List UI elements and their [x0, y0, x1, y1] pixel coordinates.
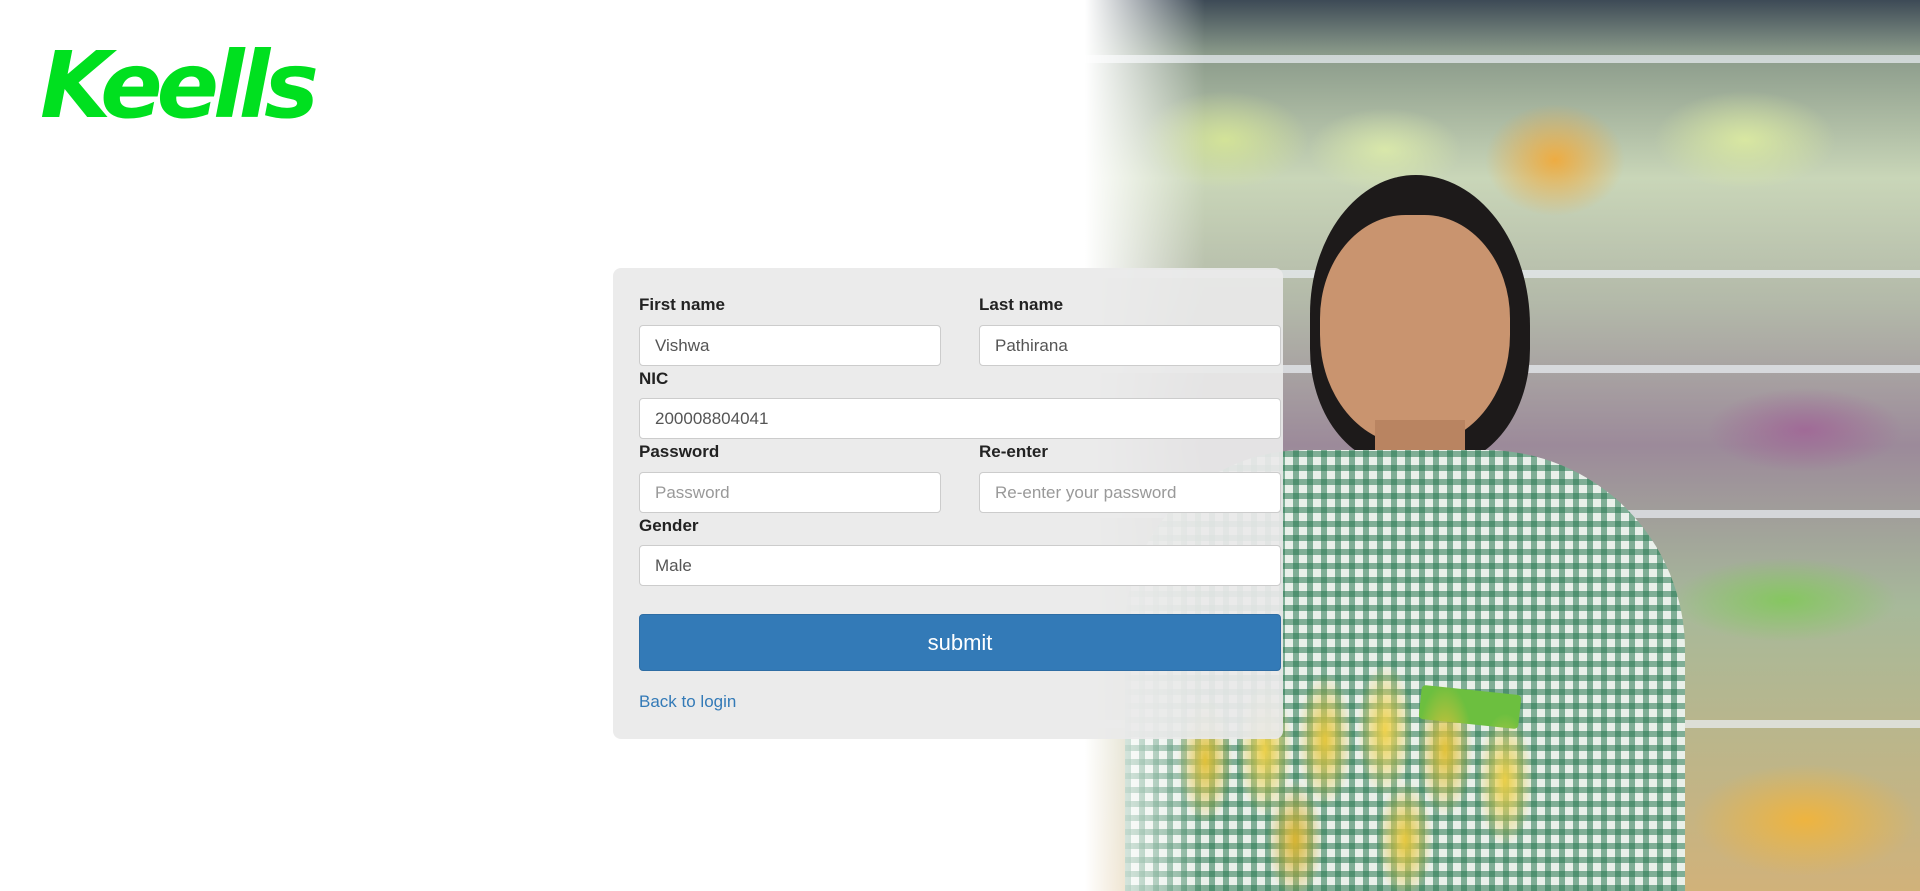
password-input[interactable] — [639, 472, 941, 513]
reenter-password-input[interactable] — [979, 472, 1281, 513]
last-name-input[interactable] — [979, 325, 1281, 366]
nic-label: NIC — [639, 369, 669, 388]
reenter-label: Re-enter — [979, 442, 1048, 461]
brand-logo: Keells — [40, 28, 319, 133]
first-name-input[interactable] — [639, 325, 941, 366]
submit-button[interactable]: submit — [639, 614, 1281, 671]
password-label: Password — [639, 442, 720, 461]
gender-label: Gender — [639, 516, 699, 535]
logo-text: Keells — [40, 32, 319, 139]
gender-input[interactable] — [639, 545, 1281, 586]
shelf-divider — [1085, 55, 1920, 63]
registration-form: First name Last name NIC Password Re-ent… — [613, 268, 1283, 739]
last-name-label: Last name — [979, 295, 1064, 314]
person-face — [1320, 215, 1510, 445]
first-name-label: First name — [639, 295, 725, 314]
back-to-login-link[interactable]: Back to login — [639, 692, 736, 712]
nic-input[interactable] — [639, 398, 1281, 439]
